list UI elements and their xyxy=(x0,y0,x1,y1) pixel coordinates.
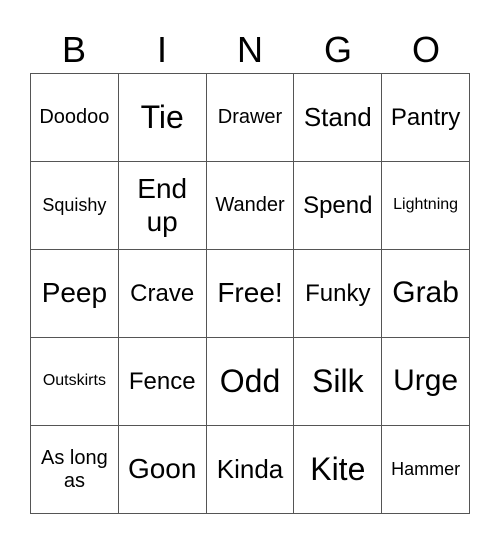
bingo-cell[interactable]: Drawer xyxy=(206,74,295,162)
bingo-cell[interactable]: As long as xyxy=(31,426,119,514)
bingo-cell[interactable]: Peep xyxy=(31,250,119,338)
bingo-cell[interactable]: Kite xyxy=(294,426,383,514)
bingo-cell[interactable]: Funky xyxy=(294,250,383,338)
bingo-cell[interactable]: Stand xyxy=(294,74,383,162)
bingo-header: B I N G O xyxy=(30,28,470,72)
bingo-cell[interactable]: Silk xyxy=(294,338,383,426)
header-letter-o: O xyxy=(411,29,440,70)
bingo-cell[interactable]: Tie xyxy=(118,74,207,162)
header-letter-g: G xyxy=(323,29,352,70)
bingo-cell[interactable]: Doodoo xyxy=(31,74,119,162)
bingo-cell[interactable]: Pantry xyxy=(382,74,470,162)
header-letter-b: B xyxy=(61,29,86,70)
bingo-grid: Doodoo Tie Drawer Stand Pantry Squishy E… xyxy=(30,73,470,514)
bingo-cell[interactable]: Kinda xyxy=(206,426,295,514)
bingo-cell[interactable]: Outskirts xyxy=(31,338,119,426)
bingo-cell[interactable]: Hammer xyxy=(382,426,470,514)
bingo-cell[interactable]: Squishy xyxy=(31,162,119,250)
bingo-cell[interactable]: Grab xyxy=(382,250,470,338)
bingo-cell[interactable]: Goon xyxy=(118,426,207,514)
free-space-cell[interactable]: Free! xyxy=(206,250,295,338)
header-letter-n: N xyxy=(237,29,263,70)
bingo-cell[interactable]: Urge xyxy=(382,338,470,426)
bingo-cell[interactable]: Lightning xyxy=(382,162,470,250)
bingo-cell[interactable]: Crave xyxy=(118,250,207,338)
header-letter-i: I xyxy=(156,29,167,70)
bingo-cell[interactable]: Wander xyxy=(206,162,295,250)
bingo-cell[interactable]: Spend xyxy=(294,162,383,250)
bingo-cell[interactable]: Odd xyxy=(206,338,295,426)
bingo-cell[interactable]: End up xyxy=(118,162,207,250)
bingo-cell[interactable]: Fence xyxy=(118,338,207,426)
